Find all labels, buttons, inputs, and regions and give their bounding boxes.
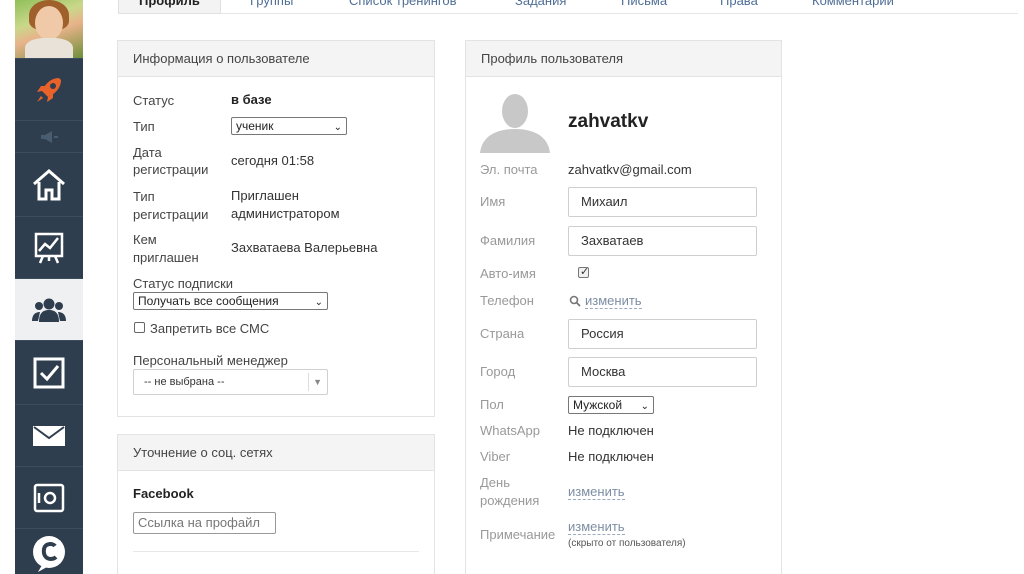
sidebar-item-home[interactable] <box>15 152 83 216</box>
reg-date-label-2: регистрации <box>133 162 209 177</box>
profile-panel: Профиль пользователя zahvatkv Эл. почта … <box>465 40 782 574</box>
divider <box>133 551 419 552</box>
chevron-down-icon: ⌄ <box>640 401 649 412</box>
type-select-value: ученик <box>236 119 274 133</box>
autoname-label: Авто-имя <box>480 266 536 281</box>
social-title: Уточнение о соц. сетях <box>118 435 434 471</box>
sidebar-item-mail[interactable] <box>15 404 83 466</box>
tab-letters[interactable]: Письма <box>621 0 667 8</box>
checkbox-icon <box>33 357 65 388</box>
settings-icon <box>33 483 65 512</box>
invited-label-1: Кем <box>133 232 157 247</box>
subscription-select[interactable]: Получать все сообщения ⌄ <box>133 292 328 310</box>
subscription-label: Статус подписки <box>133 276 234 291</box>
tab-trainings[interactable]: Список тренингов <box>349 0 457 8</box>
viber-label: Viber <box>480 449 511 464</box>
users-icon <box>32 298 66 322</box>
autoname-checkbox[interactable] <box>578 265 589 278</box>
user-info-title: Информация о пользователе <box>118 41 434 77</box>
reg-type-value-1: Приглашен <box>231 188 299 203</box>
mail-icon <box>33 425 65 446</box>
social-panel: Уточнение о соц. сетях Facebook Ссылка н… <box>117 434 435 574</box>
tab-groups[interactable]: Группы <box>250 0 293 8</box>
manager-select[interactable]: -- не выбрана -- ▼ <box>133 369 328 395</box>
surname-label: Фамилия <box>480 233 536 248</box>
sidebar-item-announcements[interactable] <box>15 120 83 152</box>
tab-comments[interactable]: Комментарии <box>812 0 894 8</box>
search-icon <box>569 295 581 307</box>
tab-rights[interactable]: Права <box>720 0 758 8</box>
city-input[interactable]: Москва <box>568 357 757 387</box>
avatar[interactable] <box>15 0 83 58</box>
home-icon <box>33 168 65 200</box>
gender-select-value: Мужской <box>573 398 623 412</box>
reg-date-label-1: Дата <box>133 145 162 160</box>
sidebar-item-stats[interactable] <box>15 216 83 278</box>
note-label: Примечание <box>480 527 556 542</box>
sms-checkbox[interactable] <box>134 322 145 333</box>
tab-profile[interactable]: Профиль <box>118 0 221 14</box>
reg-type-label-2: регистрации <box>133 207 209 222</box>
name-label: Имя <box>480 194 506 209</box>
viber-value: Не подключен <box>568 449 654 464</box>
sidebar-item-settings[interactable] <box>15 466 83 528</box>
sms-label: Запретить все СМС <box>150 321 270 336</box>
user-info-panel: Информация о пользователе Статус в базе … <box>117 40 435 417</box>
birthday-change-link[interactable]: изменить <box>568 484 625 500</box>
invited-value: Захватаева Валерьевна <box>231 240 378 255</box>
status-label: Статус <box>133 93 175 108</box>
chart-icon <box>34 232 64 263</box>
sidebar-item-tasks[interactable] <box>15 340 83 404</box>
whatsapp-value: Не подключен <box>568 423 654 438</box>
whatsapp-label: WhatsApp <box>480 423 540 438</box>
invited-label-2: приглашен <box>133 250 199 265</box>
user-placeholder-icon <box>480 91 550 153</box>
note-hint: (скрыто от пользователя) <box>568 538 686 549</box>
country-label: Страна <box>480 326 525 341</box>
tab-tasks[interactable]: Задания <box>515 0 566 8</box>
chevron-down-icon: ⌄ <box>314 297 323 308</box>
city-label: Город <box>480 364 516 379</box>
megaphone-icon <box>41 130 58 143</box>
sidebar-item-trainings[interactable] <box>15 58 83 120</box>
chat-icon <box>33 535 65 572</box>
gender-select[interactable]: Мужской ⌄ <box>568 396 654 414</box>
manager-label: Персональный менеджер <box>133 353 288 368</box>
username: zahvatkv <box>568 111 649 132</box>
phone-label: Телефон <box>480 293 534 308</box>
type-select[interactable]: ученик ⌄ <box>231 117 347 135</box>
sidebar-item-chat[interactable] <box>15 528 83 574</box>
subscription-select-value: Получать все сообщения <box>138 294 279 308</box>
phone-change-link[interactable]: изменить <box>585 293 642 309</box>
reg-type-value-2: администратором <box>231 206 340 221</box>
status-value: в базе <box>231 92 272 107</box>
profile-title: Профиль пользователя <box>466 41 781 77</box>
country-input[interactable]: Россия <box>568 319 757 349</box>
reg-type-label-1: Тип <box>133 189 155 204</box>
surname-input[interactable]: Захватаев <box>568 226 757 256</box>
manager-select-value: -- не выбрана -- <box>144 376 225 388</box>
email-value: zahvatkv@gmail.com <box>568 162 692 177</box>
birthday-label-1: День <box>480 475 510 490</box>
facebook-input[interactable]: Ссылка на профайл <box>133 512 276 534</box>
sidebar-item-users[interactable] <box>15 278 83 340</box>
caret-down-icon: ▼ <box>313 377 322 387</box>
gender-label: Пол <box>480 397 504 412</box>
birthday-label-2: рождения <box>480 493 540 508</box>
profile-tabs: Профиль Группы Список тренингов Задания … <box>118 0 1018 14</box>
sidebar <box>15 0 83 574</box>
chevron-down-icon: ⌄ <box>333 122 342 133</box>
type-label: Тип <box>133 119 155 134</box>
name-input[interactable]: Михаил <box>568 187 757 217</box>
email-label: Эл. почта <box>480 162 538 177</box>
reg-date-value: сегодня 01:58 <box>231 153 315 168</box>
note-change-link[interactable]: изменить <box>568 519 625 535</box>
rocket-icon <box>37 77 61 102</box>
facebook-label: Facebook <box>133 486 194 501</box>
